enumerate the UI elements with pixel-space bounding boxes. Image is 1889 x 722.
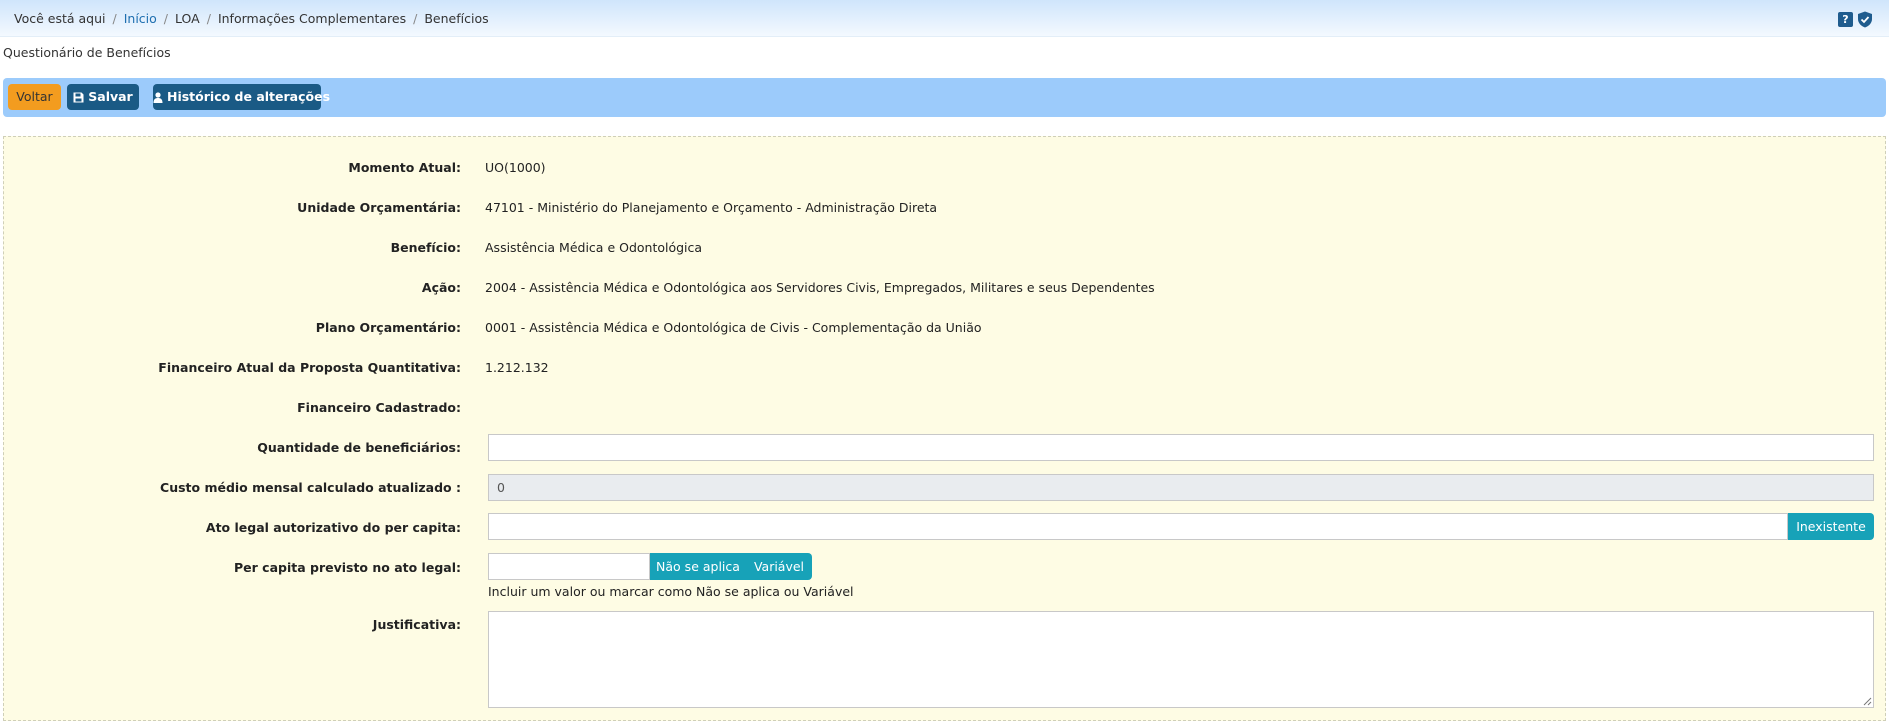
toolbar: Voltar Salvar Histórico de alterações <box>3 78 1886 117</box>
inexistente-button[interactable]: Inexistente <box>1788 513 1874 540</box>
justificativa-textarea[interactable] <box>488 611 1874 708</box>
percapita-label: Per capita previsto no ato legal: <box>234 560 461 575</box>
plano-label: Plano Orçamentário: <box>315 320 461 335</box>
breadcrumb-item-inicio[interactable]: Início <box>124 11 157 26</box>
breadcrumb: Você está aqui / Início / LOA / Informações Co… <box>14 11 489 26</box>
back-button[interactable]: Voltar <box>8 84 61 110</box>
nao-se-aplica-label: Não se aplica <box>656 559 740 574</box>
unidade-value: 47101 - Ministério do Planejamento e Orç… <box>485 200 938 215</box>
variavel-label: Variável <box>753 559 805 574</box>
page-title: Questionário de Benefícios <box>3 45 171 60</box>
question-icon[interactable]: ? <box>1838 12 1853 27</box>
financeiro-atual-label: Financeiro Atual da Proposta Quantitativ… <box>158 360 461 375</box>
momento-label: Momento Atual: <box>348 160 461 175</box>
unidade-label: Unidade Orçamentária: <box>297 200 461 215</box>
breadcrumb-prefix: Você está aqui <box>14 11 106 26</box>
justificativa-label: Justificativa: <box>372 617 461 632</box>
plano-value: 0001 - Assistência Médica e Odontológica… <box>485 320 982 335</box>
custo-field: 0 <box>488 474 1874 501</box>
financeiro-cadastrado-label: Financeiro Cadastrado: <box>297 400 461 415</box>
breadcrumb-item-loa[interactable]: LOA <box>175 11 200 26</box>
acao-value: 2004 - Assistência Médica e Odontológica… <box>485 280 1155 295</box>
resize-handle-icon[interactable] <box>1863 697 1872 706</box>
history-button[interactable]: Histórico de alterações <box>153 84 330 110</box>
momento-value: UO(1000) <box>485 160 546 175</box>
breadcrumb-separator: / <box>163 11 169 26</box>
breadcrumb-separator: / <box>206 11 211 26</box>
quantidade-label: Quantidade de beneficiários: <box>257 440 461 455</box>
save-button[interactable]: Salvar <box>67 84 139 110</box>
save-button-label: Salvar <box>88 89 133 104</box>
breadcrumb-bar: Você está aqui / Início / LOA / Informações Co… <box>0 0 1889 37</box>
beneficio-value: Assistência Médica e Odontológica <box>485 240 703 255</box>
breadcrumb-item-beneficios: Benefícios <box>424 11 489 26</box>
percapita-input[interactable] <box>488 553 650 580</box>
acao-label: Ação: <box>421 280 461 295</box>
breadcrumb-item-informacoes[interactable]: Informações Complementares <box>218 11 406 26</box>
back-button-label: Voltar <box>16 89 53 104</box>
variavel-button[interactable]: Variável <box>746 553 812 580</box>
beneficio-label: Benefício: <box>390 240 461 255</box>
breadcrumb-separator: / <box>413 11 418 26</box>
shield-check-icon[interactable] <box>1857 11 1873 28</box>
ato-label: Ato legal autorizativo do per capita: <box>205 520 461 535</box>
nao-se-aplica-button[interactable]: Não se aplica <box>650 553 746 580</box>
quantidade-input[interactable] <box>488 434 1874 461</box>
percapita-hint: Incluir um valor ou marcar como Não se a… <box>488 584 854 599</box>
breadcrumb-separator: / <box>112 11 117 26</box>
history-button-label: Histórico de alterações <box>167 89 331 104</box>
user-icon <box>153 92 163 103</box>
ato-input[interactable] <box>488 513 1788 540</box>
inexistente-button-label: Inexistente <box>1796 519 1866 534</box>
floppy-disk-icon <box>73 92 84 103</box>
custo-label: Custo médio mensal calculado atualizado … <box>160 480 461 495</box>
financeiro-atual-value: 1.212.132 <box>485 360 549 375</box>
